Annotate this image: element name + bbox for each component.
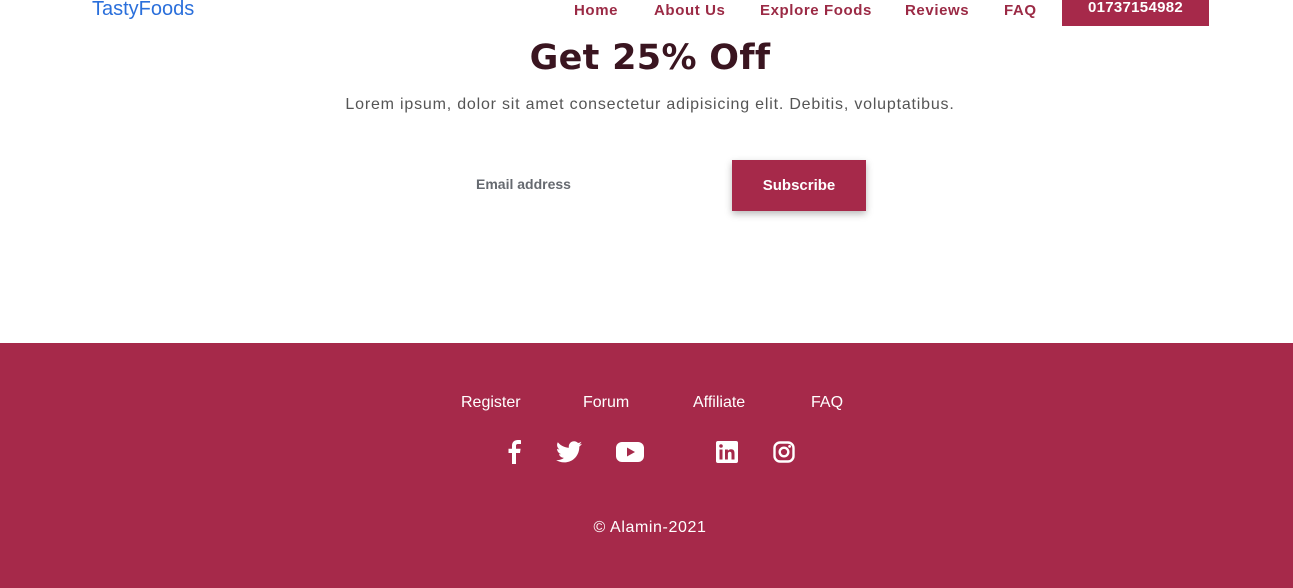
top-nav: Home About Us Explore Foods Reviews FAQ … bbox=[0, 0, 1293, 26]
footer-link-register[interactable]: Register bbox=[461, 394, 521, 412]
nav-about-us[interactable]: About Us bbox=[654, 2, 725, 19]
phone-button[interactable]: 01737154982 bbox=[1062, 0, 1209, 26]
instagram-icon[interactable] bbox=[770, 438, 798, 466]
email-input[interactable] bbox=[468, 166, 724, 202]
copyright-text: © Alamin-2021 bbox=[593, 519, 707, 536]
footer-link-faq[interactable]: FAQ bbox=[811, 394, 843, 412]
footer-link-forum[interactable]: Forum bbox=[583, 394, 629, 412]
nav-home[interactable]: Home bbox=[574, 2, 618, 19]
twitter-icon[interactable] bbox=[555, 438, 583, 466]
promo-title: Get 25% Off bbox=[529, 38, 771, 78]
youtube-icon[interactable] bbox=[616, 438, 644, 466]
nav-reviews[interactable]: Reviews bbox=[905, 2, 969, 19]
nav-faq[interactable]: FAQ bbox=[1004, 2, 1037, 19]
subscribe-button[interactable]: Subscribe bbox=[732, 160, 866, 211]
promo-subtitle: Lorem ipsum, dolor sit amet consectetur … bbox=[345, 96, 955, 113]
footer: Register Forum Affiliate FAQ © Alamin-20… bbox=[0, 343, 1293, 588]
linkedin-icon[interactable] bbox=[713, 438, 741, 466]
footer-link-affiliate[interactable]: Affiliate bbox=[693, 394, 745, 412]
facebook-icon[interactable] bbox=[500, 438, 528, 466]
nav-explore-foods[interactable]: Explore Foods bbox=[760, 2, 872, 19]
